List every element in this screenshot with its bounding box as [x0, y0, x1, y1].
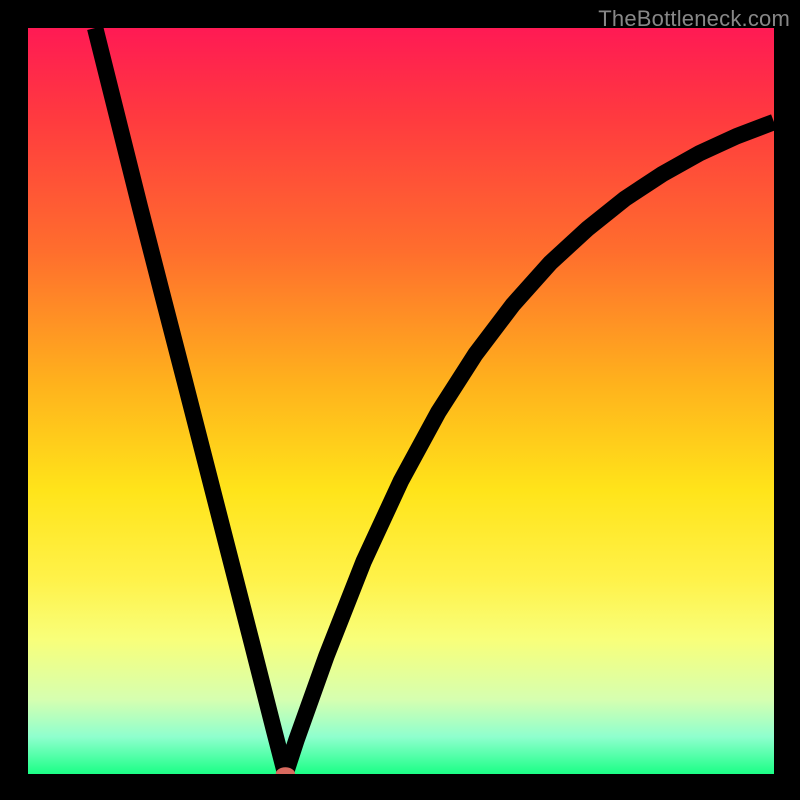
plot-area: [28, 28, 774, 774]
bottleneck-curve: [95, 28, 774, 774]
chart-frame: TheBottleneck.com: [0, 0, 800, 800]
watermark-label: TheBottleneck.com: [598, 6, 790, 32]
chart-svg: [28, 28, 774, 774]
